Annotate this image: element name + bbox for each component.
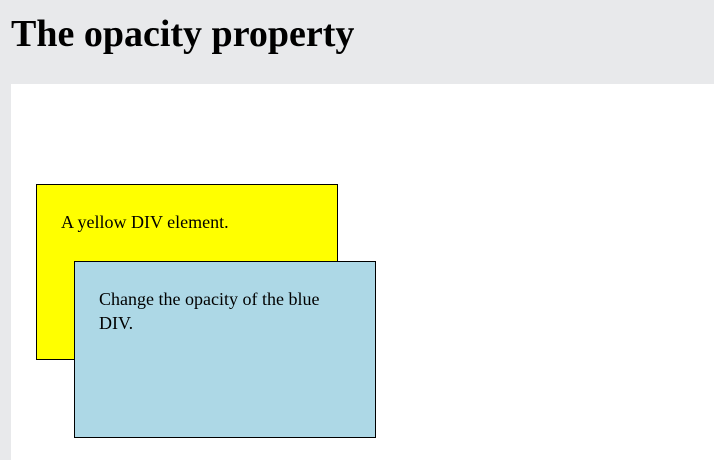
blue-div-text: Change the opacity of the blue DIV. — [99, 289, 320, 333]
blue-div[interactable]: Change the opacity of the blue DIV. — [74, 261, 376, 438]
demo-area: A yellow DIV element. Change the opacity… — [11, 84, 714, 460]
page-title: The opacity property — [11, 13, 355, 55]
yellow-div-text: A yellow DIV element. — [61, 212, 229, 232]
